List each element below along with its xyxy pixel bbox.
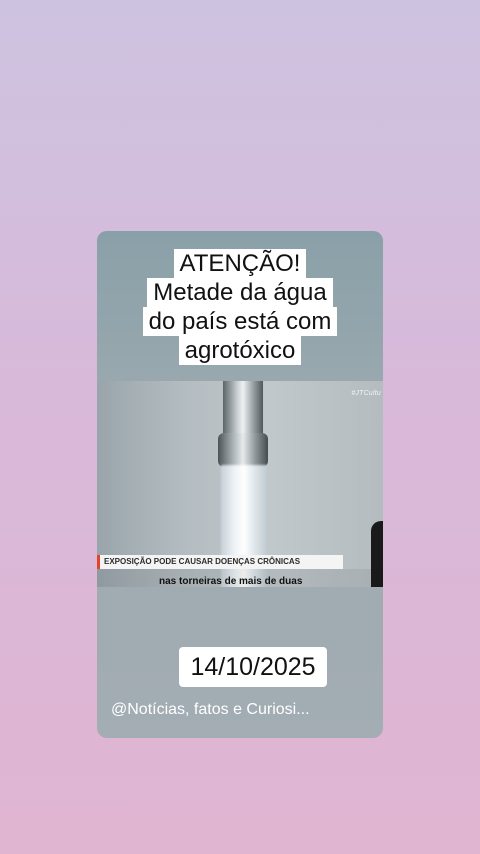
faucet-ring (218, 433, 268, 467)
channel-tag: #JTCultu (351, 390, 381, 397)
video-subtitle: nas torneiras de mais de duas (97, 569, 383, 587)
headline-line-2: Metade da água (147, 278, 333, 307)
video-frame[interactable]: #JTCultu EXPOSIÇÃO PODE CAUSAR DOENÇAS C… (97, 381, 383, 587)
headline-line-1: ATENÇÃO! (173, 249, 307, 278)
subtitle-text: nas torneiras de mais de duas (159, 576, 303, 587)
date-label: 14/10/2025 (179, 647, 327, 687)
headline: ATENÇÃO! Metade da água do país está com… (97, 249, 383, 365)
headline-line-3: do país está com (142, 307, 338, 336)
account-watermark: @Notícias, fatos e Curiosi... (111, 701, 310, 718)
post-card[interactable]: ATENÇÃO! Metade da água do país está com… (97, 231, 383, 738)
news-lower-third: EXPOSIÇÃO PODE CAUSAR DOENÇAS CRÔNICAS (97, 555, 343, 569)
lower-third-text: EXPOSIÇÃO PODE CAUSAR DOENÇAS CRÔNICAS (104, 557, 301, 566)
headline-line-4: agrotóxico (178, 336, 302, 365)
